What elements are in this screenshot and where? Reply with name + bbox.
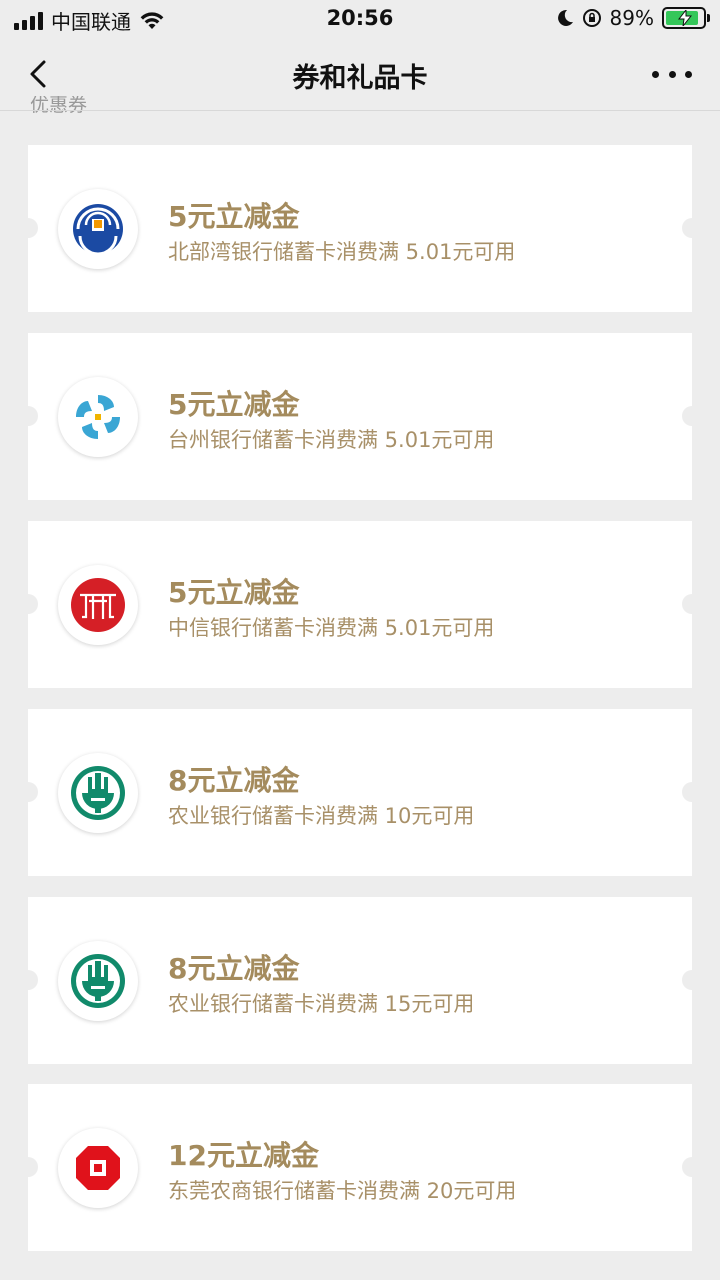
citic-bank-logo-icon — [58, 565, 138, 645]
coupon-title: 8元立减金 — [168, 952, 300, 985]
coupon-card[interactable]: 5元立减金 台州银行储蓄卡消费满 5.01元可用 — [18, 333, 702, 500]
page-title: 券和礼品卡 — [292, 63, 428, 94]
nav-divider — [0, 110, 720, 111]
moon-icon — [557, 9, 573, 26]
taizhou-bank-logo-icon — [58, 377, 138, 457]
coupon-title: 5元立减金 — [168, 576, 300, 609]
coupon-title: 5元立减金 — [168, 388, 300, 421]
dot-icon — [685, 70, 692, 78]
ticket-notch — [18, 218, 38, 238]
rotation-lock-icon — [582, 9, 601, 27]
ticket-notch — [682, 1157, 702, 1177]
battery-icon — [662, 7, 710, 29]
coupon-card[interactable]: 12元立减金 东莞农商银行储蓄卡消费满 20元可用 — [18, 1084, 702, 1251]
coupon-title: 5元立减金 — [168, 200, 300, 233]
ticket-notch — [682, 970, 702, 990]
ticket-notch — [18, 1157, 38, 1177]
coupon-desc: 中信银行储蓄卡消费满 5.01元可用 — [168, 616, 495, 640]
coupon-card[interactable]: 5元立减金 中信银行储蓄卡消费满 5.01元可用 — [18, 521, 702, 688]
more-button[interactable] — [652, 68, 692, 80]
coupon-card[interactable]: 8元立减金 农业银行储蓄卡消费满 15元可用 — [18, 897, 702, 1064]
coupon-title: 12元立减金 — [168, 1139, 319, 1172]
coupon-card[interactable]: 8元立减金 农业银行储蓄卡消费满 10元可用 — [18, 709, 702, 876]
ticket-notch — [682, 594, 702, 614]
abc-bank-logo-icon — [58, 941, 138, 1021]
ticket-notch — [682, 218, 702, 238]
charging-bolt-icon — [678, 10, 692, 26]
coupon-title: 8元立减金 — [168, 764, 300, 797]
status-bar: 中国联通 20:56 89% — [0, 0, 720, 38]
battery-percent: 89% — [609, 6, 654, 30]
dongguan-rural-bank-logo-icon — [58, 1128, 138, 1208]
coupon-desc: 台州银行储蓄卡消费满 5.01元可用 — [168, 428, 495, 452]
coupon-desc: 农业银行储蓄卡消费满 10元可用 — [168, 804, 475, 828]
ticket-notch — [18, 406, 38, 426]
abc-bank-logo-icon — [58, 753, 138, 833]
ticket-notch — [682, 782, 702, 802]
nav-bar: 券和礼品卡 — [0, 38, 720, 110]
coupon-desc: 东莞农商银行储蓄卡消费满 20元可用 — [168, 1179, 517, 1203]
ticket-notch — [18, 594, 38, 614]
dot-icon — [652, 70, 659, 78]
dot-icon — [668, 70, 676, 78]
coupon-card[interactable]: 5元立减金 北部湾银行储蓄卡消费满 5.01元可用 — [18, 145, 702, 312]
section-label: 优惠券 — [30, 96, 88, 114]
beibuwan-bank-logo-icon — [58, 189, 138, 269]
coupon-desc: 北部湾银行储蓄卡消费满 5.01元可用 — [168, 240, 516, 264]
coupon-desc: 农业银行储蓄卡消费满 15元可用 — [168, 992, 475, 1016]
ticket-notch — [18, 782, 38, 802]
ticket-notch — [18, 970, 38, 990]
ticket-notch — [682, 406, 702, 426]
